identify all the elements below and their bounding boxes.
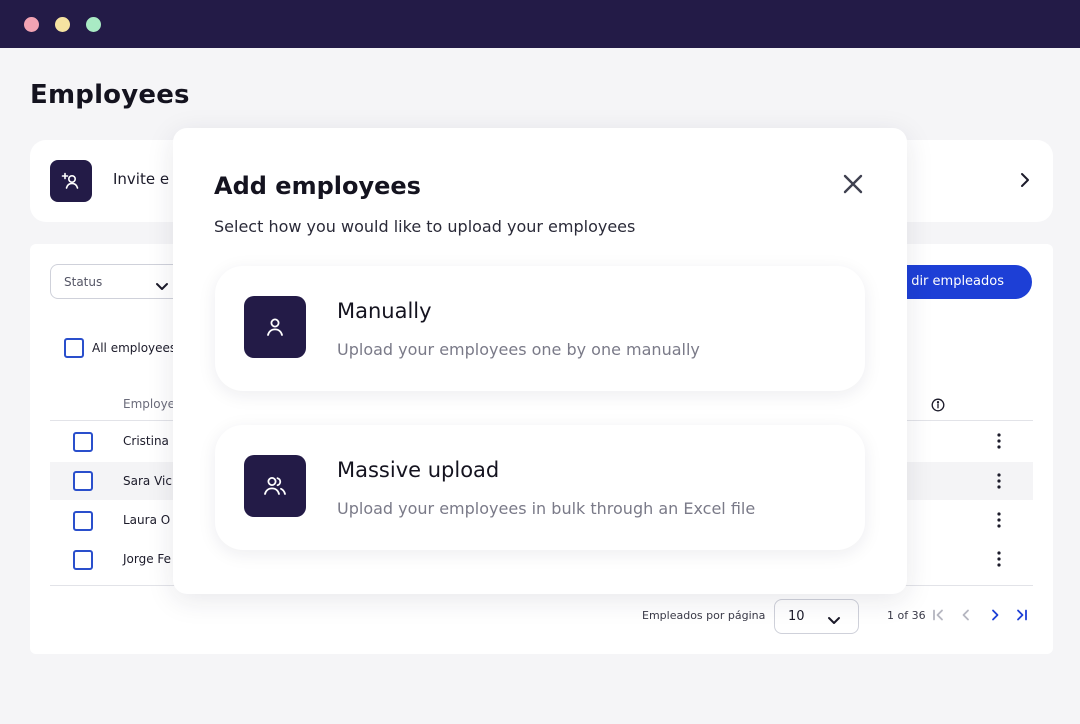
page-title: Employees [30,80,190,110]
first-page-icon[interactable] [931,607,945,626]
chevron-down-icon [827,611,841,630]
option-description: Upload your employees in bulk through an… [337,499,756,518]
window-maximize-button[interactable] [86,17,101,32]
row-checkbox[interactable] [73,511,93,531]
window-titlebar [0,0,1080,48]
last-page-icon[interactable] [1015,607,1029,626]
row-checkbox[interactable] [73,550,93,570]
manual-upload-option[interactable]: Manually Upload your employees one by on… [215,266,865,391]
window-close-button[interactable] [24,17,39,32]
option-title: Manually [337,299,432,323]
add-employees-button-label: dir empleados [911,274,1004,289]
previous-page-icon[interactable] [959,607,973,626]
more-options-icon[interactable] [996,432,1002,454]
info-icon[interactable] [931,397,945,416]
chevron-down-icon [155,277,169,296]
employee-name: Sara Vic [123,474,172,488]
column-header-employee[interactable]: Employe [123,397,175,411]
user-plus-icon [50,160,92,202]
option-description: Upload your employees one by one manuall… [337,340,700,359]
select-all-checkbox[interactable] [64,338,84,358]
add-employees-modal: Add employees Select how you would like … [173,128,907,594]
per-page-select[interactable]: 10 [774,599,859,634]
per-page-label: Empleados por página [642,609,766,622]
user-icon [244,296,306,358]
users-icon [244,455,306,517]
invite-employees-label: Invite e [113,170,170,188]
modal-title: Add employees [214,172,421,200]
per-page-value: 10 [788,609,805,624]
next-page-icon[interactable] [988,607,1002,626]
option-title: Massive upload [337,458,500,482]
window-minimize-button[interactable] [55,17,70,32]
employee-name: Laura O [123,513,171,527]
employee-name: Cristina [123,434,169,448]
modal-subtitle: Select how you would like to upload your… [214,217,636,236]
pagination-range: 1 of 36 [887,609,926,622]
massive-upload-option[interactable]: Massive upload Upload your employees in … [215,425,865,550]
select-all-label: All employees [92,341,177,355]
row-checkbox[interactable] [73,432,93,452]
more-options-icon[interactable] [996,511,1002,533]
chevron-right-icon[interactable] [1019,171,1031,193]
close-icon[interactable] [841,172,865,196]
more-options-icon[interactable] [996,550,1002,572]
row-checkbox[interactable] [73,471,93,491]
status-filter-label: Status [64,275,103,289]
employee-name: Jorge Fe [123,552,172,566]
more-options-icon[interactable] [996,472,1002,494]
